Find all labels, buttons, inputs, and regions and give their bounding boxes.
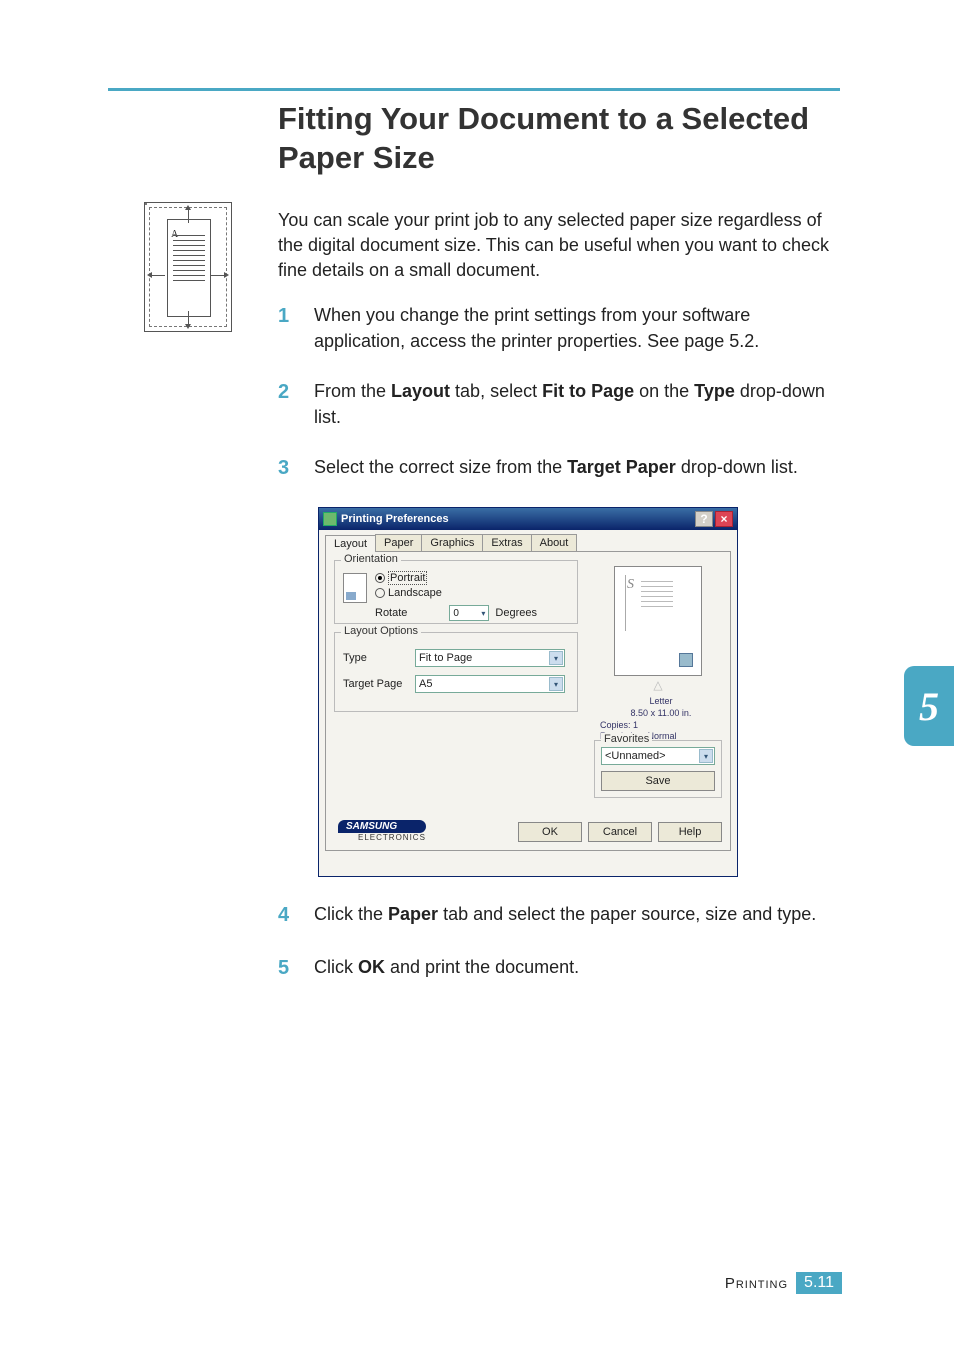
- radio-icon: [375, 573, 385, 583]
- page-title: Fitting Your Document to a Selected Pape…: [278, 100, 838, 178]
- brand-name: SAMSUNG: [338, 820, 426, 833]
- tab-about[interactable]: About: [531, 534, 578, 551]
- step-5: 5 Click OK and print the document.: [278, 954, 838, 983]
- chevron-down-icon: ▾: [481, 609, 485, 618]
- step-number: 2: [278, 378, 314, 430]
- rotate-value: 0: [453, 608, 459, 619]
- page-footer: Printing 5.11: [725, 1272, 842, 1294]
- group-label: Layout Options: [341, 625, 421, 637]
- preview-dims: 8.50 x 11.00 in.: [600, 708, 722, 720]
- ok-button[interactable]: OK: [518, 822, 582, 842]
- radio-label: Landscape: [388, 587, 442, 599]
- step-2: 2 From the Layout tab, select Fit to Pag…: [278, 378, 838, 430]
- footer-page: 5.11: [796, 1272, 842, 1294]
- dialog-titlebar: Printing Preferences ? ×: [319, 508, 737, 530]
- favorites-value: <Unnamed>: [605, 750, 666, 762]
- dialog-title-text: Printing Preferences: [341, 513, 449, 525]
- save-button[interactable]: Save: [601, 771, 715, 791]
- step-text: Select the correct size from the Target …: [314, 454, 838, 483]
- help-button[interactable]: ?: [695, 511, 713, 527]
- tab-extras[interactable]: Extras: [482, 534, 531, 551]
- favorites-group: Favorites <Unnamed> ▾ Save: [594, 740, 722, 798]
- dialog-buttons: OK Cancel Help: [518, 822, 722, 842]
- preview-pane: S △ Letter 8.50 x 11.00 in. Copies: 1 Re…: [594, 560, 722, 743]
- step-4: 4 Click the Paper tab and select the pap…: [278, 901, 838, 930]
- step-text: When you change the print settings from …: [314, 302, 838, 354]
- layout-options-group: Layout Options Type Fit to Page ▾ Target…: [334, 632, 578, 712]
- dialog-figure: Printing Preferences ? × Layout Paper Gr…: [318, 507, 738, 877]
- tab-layout[interactable]: Layout: [325, 535, 376, 552]
- step-text: From the Layout tab, select Fit to Page …: [314, 378, 838, 430]
- steps-list: 1 When you change the print settings fro…: [278, 302, 838, 1007]
- degrees-label: Degrees: [495, 607, 537, 619]
- group-label: Favorites: [601, 733, 652, 745]
- radio-portrait[interactable]: Portrait: [375, 571, 427, 585]
- help-button[interactable]: Help: [658, 822, 722, 842]
- dialog-body: Orientation Portrait Landscape Rotate: [325, 551, 731, 851]
- preview-paper: Letter: [600, 696, 722, 708]
- type-label: Type: [343, 652, 409, 664]
- intro-paragraph: You can scale your print job to any sele…: [278, 208, 838, 284]
- preview-copies: Copies: 1: [600, 720, 722, 732]
- radio-label: Portrait: [388, 571, 427, 585]
- app-icon: [323, 512, 337, 526]
- step-3: 3 Select the correct size from the Targe…: [278, 454, 838, 483]
- orientation-group: Orientation Portrait Landscape Rotate: [334, 560, 578, 624]
- triangle-up-icon: △: [594, 678, 722, 692]
- step-number: 5: [278, 954, 314, 983]
- close-button[interactable]: ×: [715, 511, 733, 527]
- chevron-down-icon: ▾: [699, 749, 713, 763]
- radio-landscape[interactable]: Landscape: [375, 587, 442, 599]
- preview-letter: S: [627, 577, 634, 593]
- brand-logo: SAMSUNG ELECTRONICS: [338, 820, 426, 842]
- preview-corner-icon: [679, 653, 693, 667]
- type-select[interactable]: Fit to Page ▾: [415, 649, 565, 667]
- tab-paper[interactable]: Paper: [375, 534, 422, 551]
- rotate-row: Rotate 0 ▾ Degrees: [375, 605, 537, 621]
- step-number: 1: [278, 302, 314, 354]
- top-rule: [108, 88, 840, 91]
- step-1: 1 When you change the print settings fro…: [278, 302, 838, 354]
- tab-graphics[interactable]: Graphics: [421, 534, 483, 551]
- step-text: Click OK and print the document.: [314, 954, 838, 983]
- target-label: Target Page: [343, 678, 409, 690]
- preview-page-icon: S: [614, 566, 702, 676]
- rotate-label: Rotate: [375, 607, 407, 619]
- chapter-tab: 5: [904, 666, 954, 746]
- chevron-down-icon: ▾: [549, 651, 563, 665]
- chevron-down-icon: ▾: [549, 677, 563, 691]
- rotate-input[interactable]: 0 ▾: [449, 605, 489, 621]
- target-value: A5: [419, 678, 432, 690]
- cancel-button[interactable]: Cancel: [588, 822, 652, 842]
- step-number: 3: [278, 454, 314, 483]
- group-label: Orientation: [341, 553, 401, 565]
- orientation-icon: [343, 573, 367, 603]
- radio-icon: [375, 588, 385, 598]
- dialog-tabs: Layout Paper Graphics Extras About: [319, 530, 737, 551]
- type-value: Fit to Page: [419, 652, 472, 664]
- footer-label: Printing: [725, 1275, 788, 1292]
- side-figure: A: [144, 202, 232, 332]
- step-number: 4: [278, 901, 314, 930]
- target-select[interactable]: A5 ▾: [415, 675, 565, 693]
- favorites-select[interactable]: <Unnamed> ▾: [601, 747, 715, 765]
- brand-sub: ELECTRONICS: [358, 833, 426, 842]
- step-text: Click the Paper tab and select the paper…: [314, 901, 838, 930]
